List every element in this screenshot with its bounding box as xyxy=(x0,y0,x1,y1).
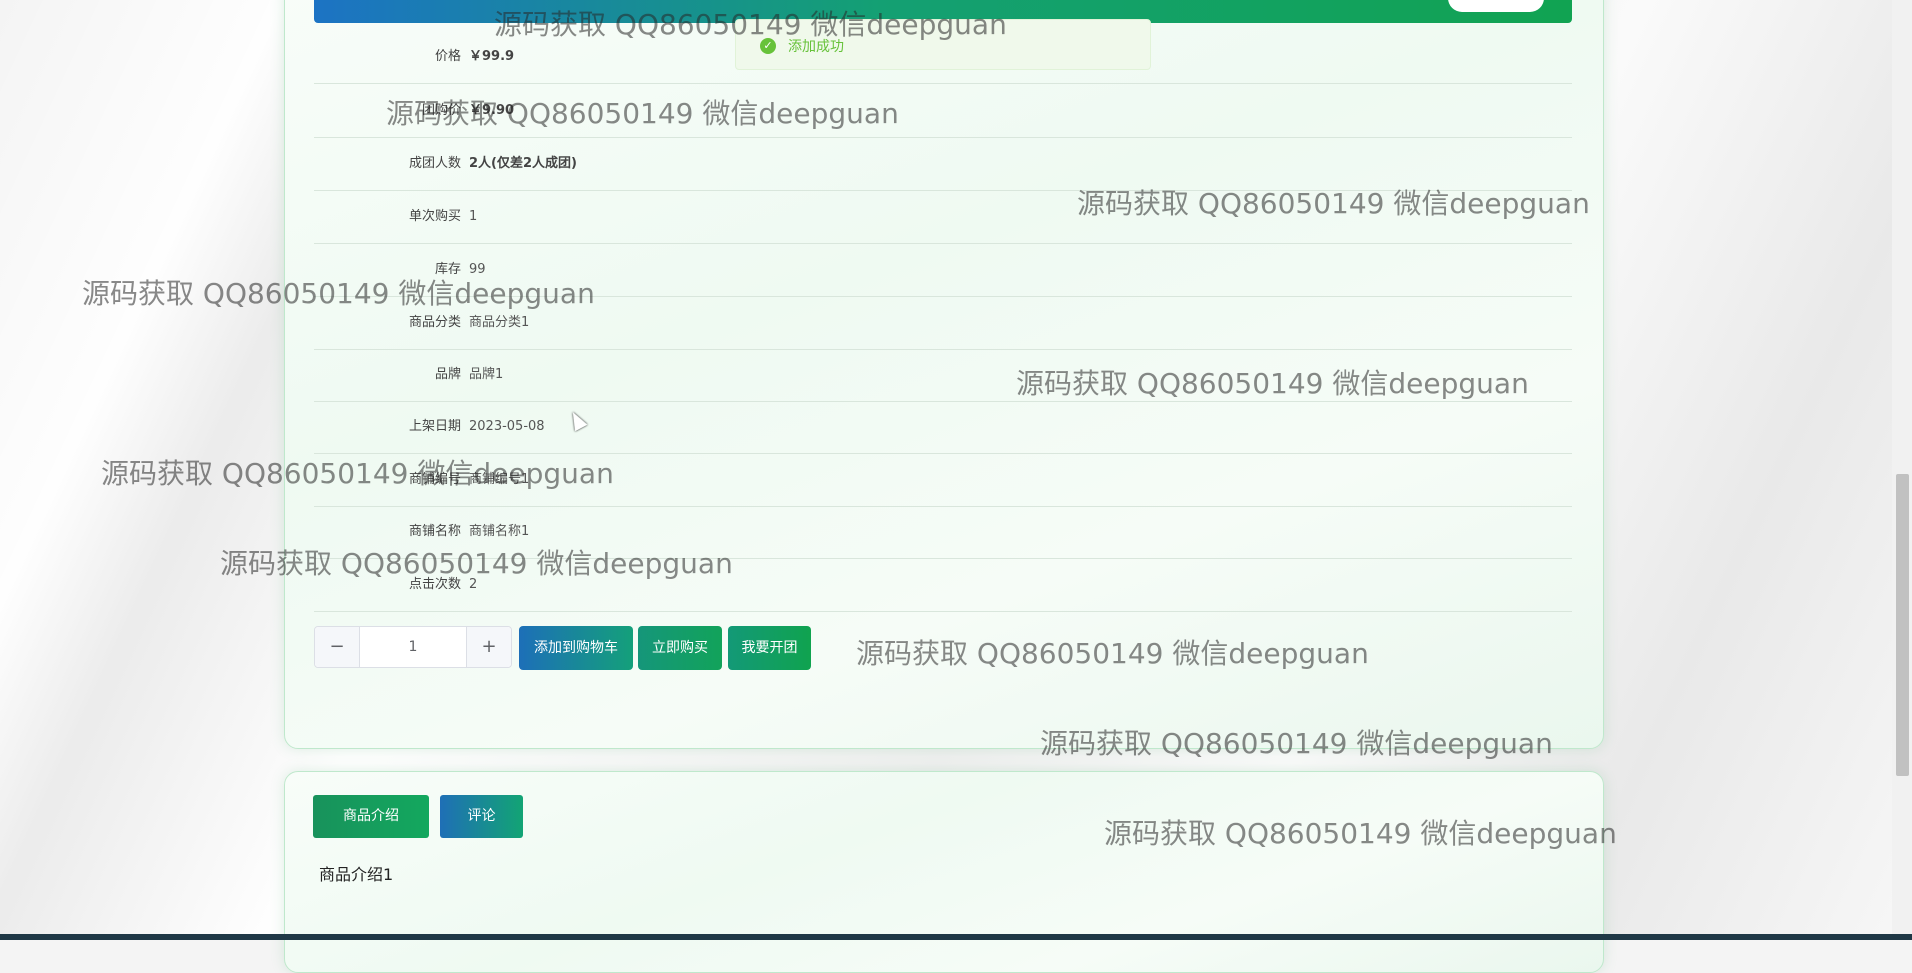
listing-date-label: 上架日期 xyxy=(408,419,461,434)
tab-product-intro[interactable]: 商品介绍 xyxy=(313,795,429,838)
add-to-cart-button[interactable]: 添加到购物车 xyxy=(519,626,633,670)
stock-value: 99 xyxy=(469,262,486,277)
taskbar-edge xyxy=(0,934,1912,940)
brand-value: 品牌1 xyxy=(469,367,504,382)
title-bar-pill[interactable] xyxy=(1448,0,1544,12)
shop-id-label: 商铺编号 xyxy=(408,472,461,487)
detail-row-stock: 库存 99 xyxy=(314,243,1572,297)
toast-message: 添加成功 xyxy=(788,39,844,55)
tab-comments[interactable]: 评论 xyxy=(440,795,523,838)
success-toast: ✓ 添加成功 xyxy=(735,19,1151,70)
buy-now-button[interactable]: 立即购买 xyxy=(638,626,722,670)
quantity-stepper[interactable]: − 1 + xyxy=(314,626,512,668)
clicks-label: 点击次数 xyxy=(408,577,461,592)
single-purchase-label: 单次购买 xyxy=(408,209,461,224)
detail-row-listing-date: 上架日期 2023-05-08 xyxy=(314,400,1572,454)
check-circle-icon: ✓ xyxy=(760,38,776,54)
shop-name-value: 商铺名称1 xyxy=(469,524,530,539)
group-price-value: ￥9.90 xyxy=(469,103,515,118)
listing-date-value: 2023-05-08 xyxy=(469,419,545,434)
price-value: ￥99.9 xyxy=(469,49,515,64)
clicks-value: 2 xyxy=(469,577,478,592)
shop-name-label: 商铺名称 xyxy=(408,524,461,539)
scrollbar-thumb[interactable] xyxy=(1896,474,1909,776)
product-intro-content: 商品介绍1 xyxy=(319,865,394,884)
stock-label: 库存 xyxy=(434,262,461,277)
group-size-value: 2人(仅差2人成团) xyxy=(469,156,577,171)
quantity-decrease-button[interactable]: − xyxy=(315,627,360,667)
detail-row-group-size: 成团人数 2人(仅差2人成团) xyxy=(314,137,1572,191)
category-label: 商品分类 xyxy=(408,315,461,330)
detail-row-shop-name: 商铺名称 商铺名称1 xyxy=(314,505,1572,559)
detail-row-category: 商品分类 商品分类1 xyxy=(314,296,1572,350)
price-label: 价格 xyxy=(434,49,461,64)
group-size-label: 成团人数 xyxy=(408,156,461,171)
detail-row-group-price: 团购价 ￥9.90 xyxy=(314,84,1572,138)
shop-id-value: 商铺编号1 xyxy=(469,472,530,487)
brand-label: 品牌 xyxy=(434,367,461,382)
detail-row-brand: 品牌 品牌1 xyxy=(314,348,1572,402)
detail-row-shop-id: 商铺编号 商铺编号1 xyxy=(314,453,1572,507)
quantity-input[interactable]: 1 xyxy=(359,627,467,667)
start-group-button[interactable]: 我要开团 xyxy=(728,626,811,670)
single-purchase-value: 1 xyxy=(469,209,478,224)
detail-row-clicks: 点击次数 2 xyxy=(314,558,1572,612)
category-value: 商品分类1 xyxy=(469,315,530,330)
page-scrollbar[interactable] xyxy=(1892,0,1912,940)
group-price-label: 团购价 xyxy=(421,103,461,118)
detail-row-single-purchase: 单次购买 1 xyxy=(314,190,1572,244)
quantity-increase-button[interactable]: + xyxy=(466,627,511,667)
